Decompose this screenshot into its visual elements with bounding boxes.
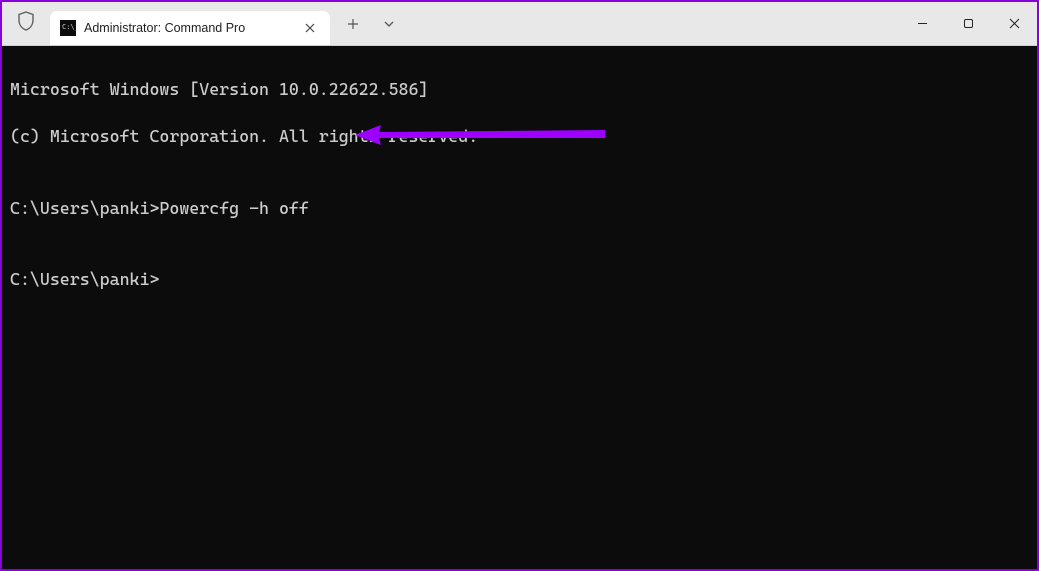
minimize-button[interactable] <box>899 2 945 45</box>
prompt-command: Powercfg -h off <box>159 198 308 218</box>
new-tab-button[interactable] <box>336 9 370 39</box>
terminal-area[interactable]: Microsoft Windows [Version 10.0.22622.58… <box>2 46 1037 569</box>
prompt-path: C:\Users\panki> <box>10 269 159 289</box>
terminal-output-line: (c) Microsoft Corporation. All rights re… <box>10 125 1029 149</box>
terminal-prompt-line: C:\Users\panki>Powercfg -h off <box>10 197 1029 221</box>
prompt-path: C:\Users\panki> <box>10 198 159 218</box>
cmd-icon: C:\_ <box>60 20 76 36</box>
app-icon-area <box>2 2 50 45</box>
tab-active[interactable]: C:\_ Administrator: Command Pro <box>50 11 330 45</box>
shield-icon <box>17 11 35 36</box>
terminal-prompt-line: C:\Users\panki> <box>10 268 1029 292</box>
tab-close-button[interactable] <box>300 18 320 38</box>
terminal-output-line: Microsoft Windows [Version 10.0.22622.58… <box>10 78 1029 102</box>
close-button[interactable] <box>991 2 1037 45</box>
maximize-button[interactable] <box>945 2 991 45</box>
titlebar: C:\_ Administrator: Command Pro <box>2 2 1037 46</box>
tab-actions <box>336 2 406 45</box>
window-controls <box>899 2 1037 45</box>
tab-title: Administrator: Command Pro <box>84 21 292 35</box>
tab-dropdown-button[interactable] <box>372 9 406 39</box>
